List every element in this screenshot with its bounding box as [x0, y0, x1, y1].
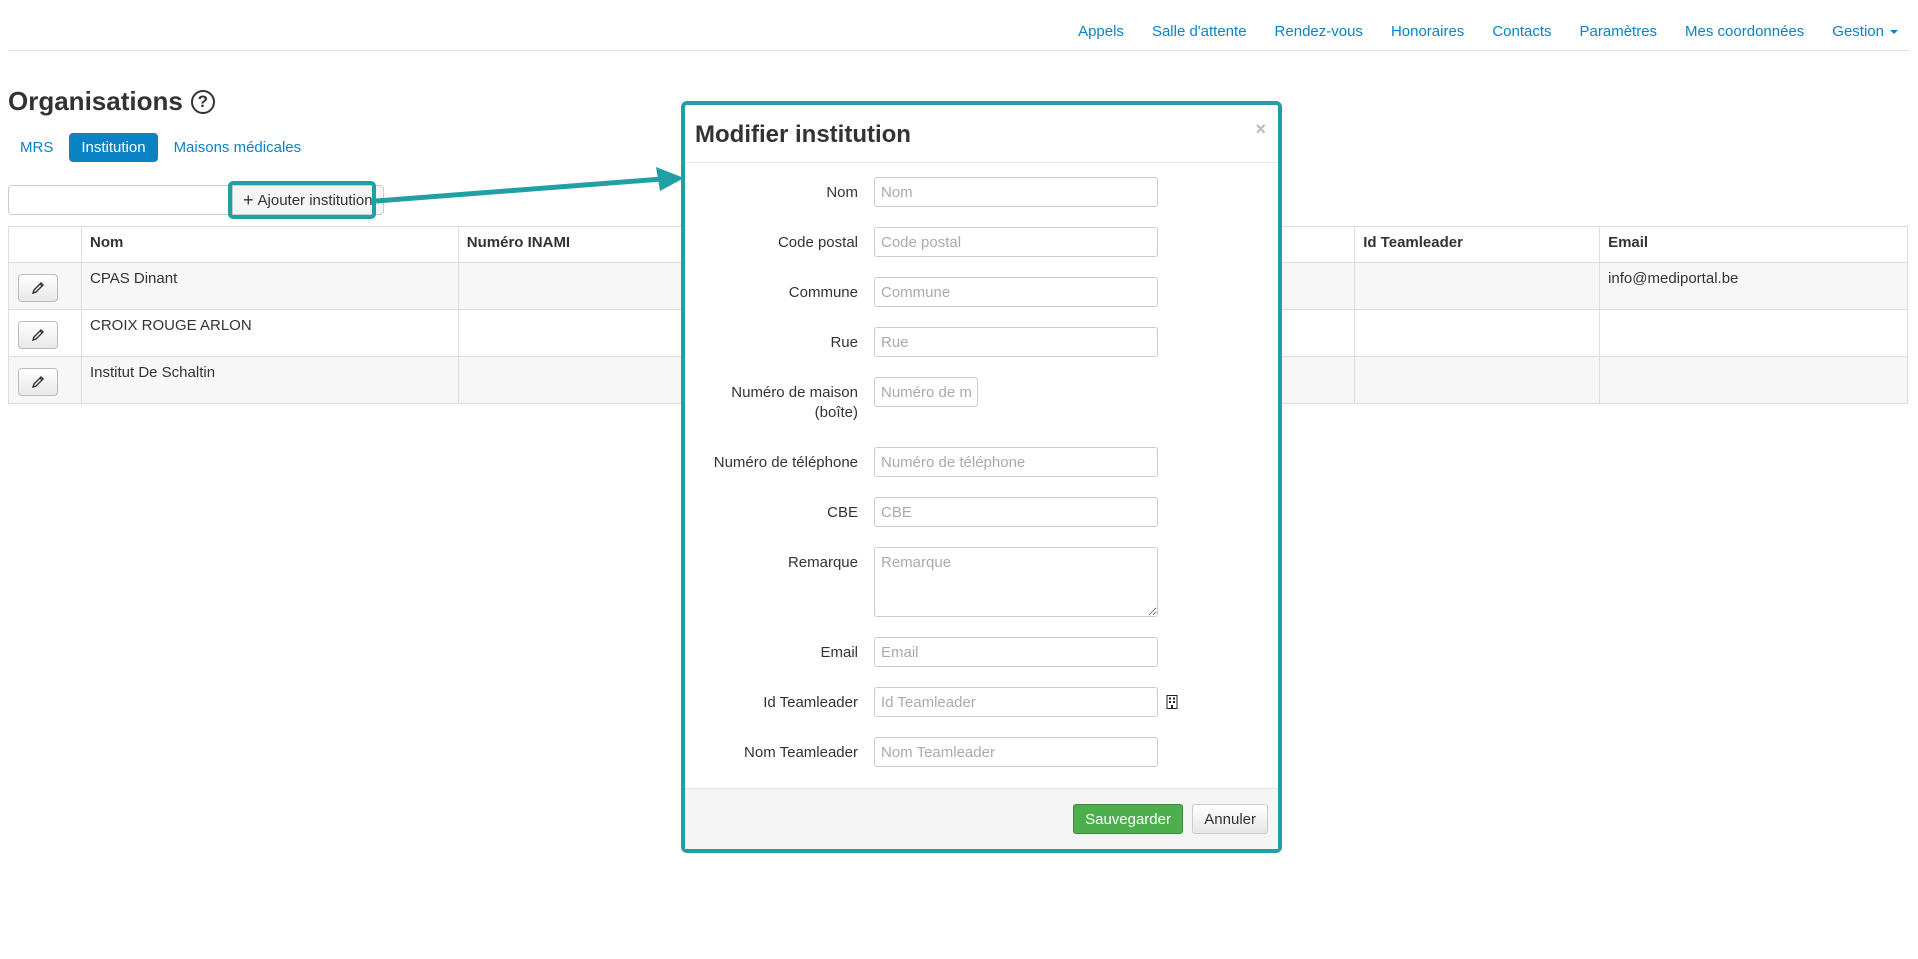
label-cbe: CBE	[827, 504, 858, 521]
cell-nom: CROIX ROUGE ARLON	[80, 309, 459, 357]
email-field[interactable]	[874, 637, 1158, 667]
nav-item-appels[interactable]: Appels	[1078, 23, 1124, 40]
col-header-actions	[8, 226, 82, 263]
label-email: Email	[820, 644, 858, 661]
label-nom-teamleader: Nom Teamleader	[744, 744, 858, 761]
nav-item-mes-coordonnees[interactable]: Mes coordonnées	[1685, 23, 1804, 40]
tab-mrs[interactable]: MRS	[8, 133, 65, 162]
label-numero-maison: Numéro de maison (boîte)	[731, 383, 858, 423]
id-teamleader-field[interactable]	[874, 687, 1158, 717]
modal-header: Modifier institution ×	[685, 105, 1278, 163]
label-numero-maison-line1: Numéro de maison	[731, 384, 858, 401]
edit-button[interactable]	[18, 274, 58, 302]
col-header-id-teamleader[interactable]: Id Teamleader	[1354, 226, 1601, 263]
nom-field[interactable]	[874, 177, 1158, 207]
label-id-teamleader: Id Teamleader	[763, 694, 858, 711]
search-input[interactable]	[8, 185, 230, 215]
label-code-postal: Code postal	[777, 234, 858, 251]
col-header-nom[interactable]: Nom	[80, 226, 459, 263]
nom-teamleader-field[interactable]	[874, 737, 1158, 767]
numero-maison-field[interactable]	[874, 377, 978, 407]
pencil-icon	[31, 282, 44, 295]
tab-institution[interactable]: Institution	[69, 133, 158, 162]
nav-menu: Appels Salle d'attente Rendez-vous Honor…	[1078, 23, 1898, 40]
cell-nom: CPAS Dinant	[80, 262, 459, 310]
nav-item-gestion-label: Gestion	[1832, 23, 1884, 40]
rue-field[interactable]	[874, 327, 1158, 357]
cell-email	[1599, 309, 1908, 357]
modal-title: Modifier institution	[695, 121, 911, 148]
row-actions-cell	[8, 262, 82, 310]
label-remarque: Remarque	[787, 554, 858, 571]
cbe-field[interactable]	[874, 497, 1158, 527]
cell-nom: Institut De Schaltin	[80, 356, 459, 404]
telephone-field[interactable]	[874, 447, 1158, 477]
tab-maisons-medicales[interactable]: Maisons médicales	[162, 133, 314, 162]
top-navbar: Appels Salle d'attente Rendez-vous Honor…	[8, 0, 1910, 51]
org-tabs: MRS Institution Maisons médicales	[8, 133, 313, 162]
save-button[interactable]: Sauvegarder	[1073, 804, 1183, 834]
cell-email	[1599, 356, 1908, 404]
label-nom: Nom	[826, 184, 858, 201]
cell-id-teamleader	[1354, 356, 1601, 404]
label-telephone: Numéro de téléphone	[713, 454, 858, 471]
modal-footer: Sauvegarder Annuler	[685, 788, 1278, 849]
help-icon[interactable]: ?	[190, 89, 215, 114]
nav-item-salle-attente[interactable]: Salle d'attente	[1152, 23, 1247, 40]
nav-item-parametres[interactable]: Paramètres	[1580, 23, 1658, 40]
cell-email: info@mediportal.be	[1599, 262, 1908, 310]
nav-item-honoraires[interactable]: Honoraires	[1391, 23, 1464, 40]
building-icon[interactable]	[1166, 695, 1178, 709]
remarque-field[interactable]	[874, 547, 1158, 617]
commune-field[interactable]	[874, 277, 1158, 307]
edit-button[interactable]	[18, 368, 58, 396]
caret-down-icon	[1890, 30, 1898, 35]
cell-id-teamleader	[1354, 309, 1601, 357]
col-header-email[interactable]: Email	[1599, 226, 1908, 263]
page-title: Organisations ?	[8, 86, 215, 117]
nav-item-contacts[interactable]: Contacts	[1492, 23, 1551, 40]
cell-id-teamleader	[1354, 262, 1601, 310]
close-icon[interactable]: ×	[1255, 119, 1266, 140]
highlight-box	[228, 181, 376, 219]
nav-item-rendez-vous[interactable]: Rendez-vous	[1275, 23, 1363, 40]
row-actions-cell	[8, 356, 82, 404]
page-title-text: Organisations	[8, 86, 183, 116]
pencil-icon	[31, 329, 44, 342]
pencil-icon	[31, 376, 44, 389]
label-numero-maison-line2: (boîte)	[814, 404, 858, 421]
label-rue: Rue	[830, 334, 858, 351]
cancel-button[interactable]: Annuler	[1192, 804, 1268, 834]
edit-button[interactable]	[18, 321, 58, 349]
edit-institution-modal: Modifier institution × Nom Code postal C…	[681, 101, 1282, 853]
nav-item-gestion[interactable]: Gestion	[1832, 23, 1898, 40]
label-commune: Commune	[788, 284, 858, 301]
code-postal-field[interactable]	[874, 227, 1158, 257]
row-actions-cell	[8, 309, 82, 357]
